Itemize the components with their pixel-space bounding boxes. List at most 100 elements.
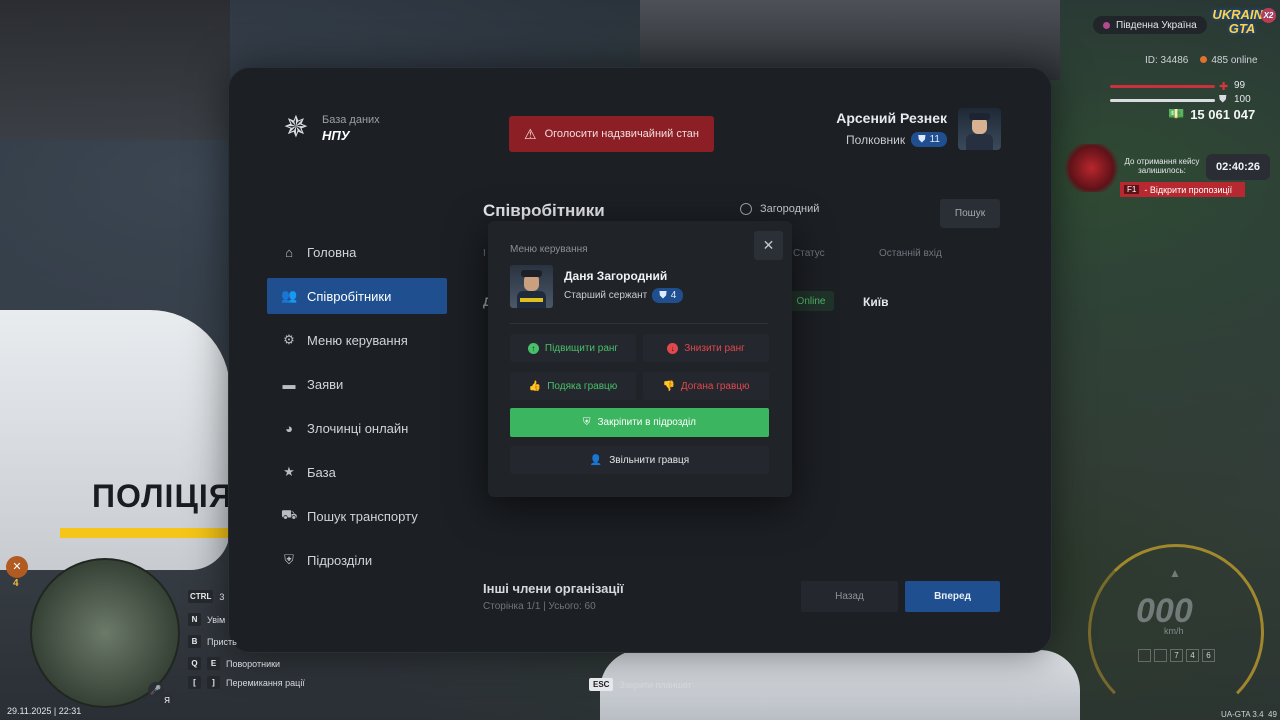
rank-level: 4 (670, 290, 677, 301)
search-input[interactable]: Загородний (760, 203, 819, 215)
back-button[interactable]: Назад (801, 581, 898, 612)
search-field[interactable]: Загородний (740, 203, 819, 215)
x2-badge: X2 (1261, 8, 1276, 23)
declare-emergency-button[interactable]: ⚠ Оголосити надзвичайний стан (509, 116, 714, 152)
column-header-last-login: Останній вхід (879, 248, 942, 259)
up-arrow-icon: ▲ (1169, 566, 1181, 580)
thumbs-down-icon: 👎 (662, 380, 675, 392)
column-header-first: І (483, 248, 486, 259)
health-value: 99 (1234, 80, 1246, 91)
armor-icon: ⛊ (1219, 94, 1227, 105)
gear-cell: 4 (1186, 649, 1199, 662)
mask-icon: ◕ (285, 420, 293, 436)
shield-icon: ⛨ (284, 552, 294, 567)
reprimand-button[interactable]: 👎 Догана гравцю (643, 372, 769, 400)
users-icon: 👥 (281, 288, 298, 303)
pagination-info: Сторінка 1/1 | Усього: 60 (483, 601, 596, 612)
fire-player-button[interactable]: 👤 Звільнити гравця (510, 446, 769, 474)
assign-unit-label: Закріпити в підрозділ (597, 417, 697, 428)
version-extra: 49 (1268, 710, 1277, 719)
hint-key: [ (188, 676, 201, 689)
hint-row: [] Перемикання рації (188, 676, 305, 689)
close-button[interactable]: ✕ (754, 231, 783, 260)
rank-badge: ⛊ 4 (652, 288, 684, 303)
gear-cell (1154, 649, 1167, 662)
search-icon (740, 203, 752, 215)
gear-cell (1138, 649, 1151, 662)
next-button[interactable]: Вперед (905, 581, 1000, 612)
thumbs-up-icon: 👍 (528, 380, 542, 392)
police-car-text: ПОЛІЦІЯ (92, 478, 233, 514)
warning-icon: ⚠ (524, 125, 537, 142)
brand-subtitle: База даних (322, 113, 380, 126)
user-name: Арсений Резнек (836, 110, 947, 126)
shield-icon: ⛊ (659, 290, 667, 301)
search-button[interactable]: Пошук (940, 199, 1000, 228)
declare-emergency-label: Оголосити надзвичайний стан (544, 128, 699, 140)
assign-unit-button[interactable]: ⛨ Закріпити в підрозділ (510, 408, 769, 437)
sidebar-item-vehicle-search[interactable]: ⛟ Пошук транспорту (267, 498, 447, 534)
current-user: Арсений Резнек Полковник ⛊ 11 (836, 110, 947, 147)
sidebar: ⌂ Головна 👥 Співробітники ⚙ Меню керування … (267, 234, 447, 586)
rank-badge: ⛊ 11 (911, 132, 947, 147)
sidebar-item-control-menu[interactable]: ⚙ Меню керування (267, 322, 447, 358)
sidebar-item-database[interactable]: ★ База (267, 454, 447, 490)
brand-title: НПУ (322, 127, 350, 143)
folder-icon: ▬ (282, 376, 296, 392)
case-timer: 02:40:26 (1206, 154, 1270, 180)
sidebar-item-label: Співробітники (307, 288, 392, 304)
hint-key: Q (188, 657, 201, 670)
wanted-level-icon: ✕ (6, 556, 28, 578)
player-id: ID: 34486 (1145, 55, 1189, 66)
sidebar-item-criminals-online[interactable]: ◕ Злочинці онлайн (267, 410, 447, 446)
promote-label: Підвищити ранг (544, 342, 619, 354)
column-header-status: Статус (793, 248, 825, 259)
arrow-down-icon: ↓ (667, 342, 679, 354)
close-tablet-label: Закрити планшет (619, 679, 692, 690)
sidebar-item-employees[interactable]: 👥 Співробітники (267, 278, 447, 314)
reprimand-label: Догана гравцю (680, 380, 750, 392)
promote-button[interactable]: ↑ Підвищити ранг (510, 334, 636, 362)
player-info: ID: 34486 485 online (1145, 55, 1258, 66)
page-title: Співробітники (483, 201, 605, 220)
divider (510, 323, 768, 324)
server-logo: UKRAINE GTA X2 (1212, 8, 1276, 42)
voice-key: Я (160, 694, 174, 708)
hint-key: ] (207, 676, 220, 689)
other-members-title: Інші члени організації (483, 581, 624, 596)
user-rank: Полковник (846, 132, 906, 147)
gear-cell: 7 (1170, 649, 1183, 662)
sidebar-item-label: Підрозділи (307, 552, 373, 568)
open-offers-button[interactable]: F1 - Відкрити пропозиції (1120, 182, 1245, 197)
arrow-up-icon: ↑ (527, 342, 539, 354)
money-value: 15 061 047 (1190, 106, 1256, 122)
case-timer-widget: До отримання кейсу залишилось: 02:40:26 … (1064, 144, 1270, 198)
home-icon: ⌂ (285, 244, 293, 260)
armor-bar (1110, 99, 1215, 102)
avatar (510, 265, 553, 308)
hint-label: Увім (207, 614, 226, 625)
sidebar-item-home[interactable]: ⌂ Головна (267, 234, 447, 270)
sidebar-item-units[interactable]: ⛨ Підрозділи (267, 542, 447, 578)
region-badge: Південна Україна (1093, 16, 1207, 34)
sidebar-item-label: Головна (307, 244, 357, 260)
hint-key: N (188, 613, 201, 626)
gear-indicator: 7 4 6 (1138, 649, 1215, 662)
thanks-button[interactable]: 👍 Подяка гравцю (510, 372, 636, 400)
gear-icon: ⚙ (283, 332, 295, 347)
hint-row: Q E Поворотники (188, 657, 280, 670)
health-bar (1110, 85, 1215, 88)
open-offers-label: - Відкрити пропозиції (1144, 184, 1233, 195)
money: 💵 15 061 047 (1168, 106, 1255, 122)
demote-label: Знизити ранг (684, 342, 745, 354)
sidebar-item-applications[interactable]: ▬ Заяви (267, 366, 447, 402)
police-car-stripe (60, 528, 230, 538)
hint-key: E (207, 657, 220, 670)
hint-key: CTRL (188, 590, 214, 603)
modal-title: Меню керування (510, 244, 588, 255)
armor-value: 100 (1234, 94, 1251, 105)
demote-button[interactable]: ↓ Знизити ранг (643, 334, 769, 362)
brand: ✵ База даних НПУ (280, 112, 380, 144)
sidebar-item-label: Меню керування (307, 332, 408, 348)
wanted-level: 4 (13, 578, 19, 589)
